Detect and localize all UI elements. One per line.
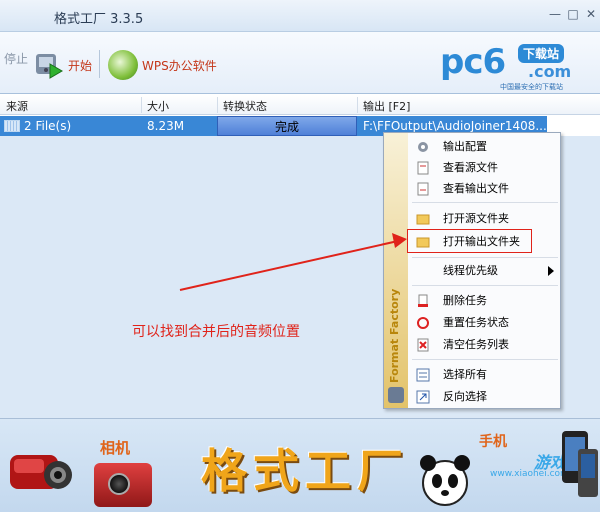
banner-title: 格式工厂 <box>201 444 409 498</box>
column-divider <box>217 97 218 113</box>
logo-brand: pc6 <box>440 42 506 82</box>
toolbar-divider <box>99 50 100 78</box>
phone-icon <box>562 431 598 497</box>
submenu-arrow-icon <box>548 266 554 276</box>
column-status[interactable]: 转换状态 <box>223 98 267 114</box>
start-button[interactable]: 开始 <box>34 50 92 80</box>
logo-domain: .com <box>528 62 572 81</box>
select-all-icon <box>416 368 430 382</box>
document-icon <box>416 182 430 196</box>
menu-item-label: 查看输出文件 <box>443 182 509 195</box>
wps-globe-icon <box>108 50 138 80</box>
camera-lens <box>108 473 130 495</box>
title-bar: 格式工厂 3.3.5 — □ ✕ <box>0 0 600 32</box>
menu-item-label: 线程优先级 <box>443 264 498 277</box>
wps-label: WPS办公软件 <box>142 58 217 73</box>
menu-item-thread-priority[interactable]: 线程优先级 <box>408 261 560 281</box>
column-source[interactable]: 来源 <box>6 98 28 114</box>
invert-select-icon <box>416 390 430 404</box>
logo-badge: 下载站 <box>518 44 565 63</box>
annotation-highlight-box <box>407 229 532 253</box>
wps-button[interactable]: WPS办公软件 <box>108 50 217 80</box>
start-icon <box>34 50 64 80</box>
menu-item-select-all[interactable]: 选择所有 <box>408 365 560 385</box>
menu-separator <box>412 202 558 203</box>
menu-item-label: 输出配置 <box>443 140 487 153</box>
pc6-logo: pc6 下载站 .com 中国最安全的下载站 <box>440 42 590 91</box>
menu-item-view-source[interactable]: 查看源文件 <box>408 158 560 178</box>
menu-item-label: 重置任务状态 <box>443 316 509 329</box>
file-icon <box>4 120 20 132</box>
panda-icon <box>420 455 470 506</box>
window-title: 格式工厂 3.3.5 <box>54 12 144 27</box>
menu-item-label: 清空任务列表 <box>443 338 509 351</box>
menu-item-reset-status[interactable]: 重置任务状态 <box>408 313 560 333</box>
stop-button[interactable]: 停止 <box>4 50 28 67</box>
menu-item-label: 打开源文件夹 <box>443 212 509 225</box>
camcorder-icon <box>10 455 72 489</box>
menu-item-invert-select[interactable]: 反向选择 <box>408 387 560 407</box>
maximize-button[interactable]: □ <box>564 6 582 22</box>
reset-icon <box>416 316 430 330</box>
stop-label: 停止 <box>4 52 29 66</box>
row-size: 8.23M <box>141 116 217 136</box>
camera-icon <box>94 463 152 507</box>
clear-icon <box>416 338 430 352</box>
document-icon <box>416 161 430 175</box>
gear-icon <box>416 140 430 154</box>
column-output[interactable]: 输出 [F2] <box>363 98 410 114</box>
phone-label: 手机 <box>479 434 507 450</box>
menu-item-label: 反向选择 <box>443 390 487 403</box>
delete-icon <box>416 294 430 308</box>
logo-slogan: 中国最安全的下载站 <box>500 83 563 91</box>
row-status: 完成 <box>217 116 357 136</box>
context-menu: Format Factory 输出配置 查看源文件 查看输出文件 打开源文件夹 … <box>383 132 561 409</box>
start-label: 开始 <box>68 58 93 73</box>
column-divider <box>357 97 358 113</box>
annotation-text: 可以找到合并后的音频位置 <box>132 324 300 340</box>
menu-item-label: 选择所有 <box>443 368 487 381</box>
menu-separator <box>412 359 558 360</box>
bottom-banner[interactable]: 相机 格式工厂 手机 游戏 www.xiaohei.com <box>0 418 600 512</box>
close-button[interactable]: ✕ <box>582 6 600 22</box>
folder-icon <box>416 212 430 226</box>
column-size[interactable]: 大小 <box>147 98 169 114</box>
menu-separator <box>412 285 558 286</box>
menu-sidebar: Format Factory <box>384 133 408 408</box>
menu-side-text: Format Factory <box>388 288 401 383</box>
menu-item-output-config[interactable]: 输出配置 <box>408 137 560 157</box>
menu-item-clear-list[interactable]: 清空任务列表 <box>408 335 560 355</box>
minimize-button[interactable]: — <box>546 6 564 22</box>
row-source-cell: 2 File(s) <box>0 116 141 136</box>
menu-item-delete-task[interactable]: 删除任务 <box>408 291 560 311</box>
menu-item-view-output[interactable]: 查看输出文件 <box>408 179 560 199</box>
column-divider <box>141 97 142 113</box>
camera-label: 相机 <box>100 439 131 457</box>
row-source: 2 File(s) <box>24 119 72 133</box>
table-header: 来源 大小 转换状态 输出 [F2] <box>0 95 600 115</box>
menu-item-label: 查看源文件 <box>443 161 498 174</box>
menu-separator <box>412 257 558 258</box>
menu-item-open-source-folder[interactable]: 打开源文件夹 <box>408 209 560 229</box>
format-factory-icon <box>388 387 404 403</box>
menu-item-label: 删除任务 <box>443 294 487 307</box>
